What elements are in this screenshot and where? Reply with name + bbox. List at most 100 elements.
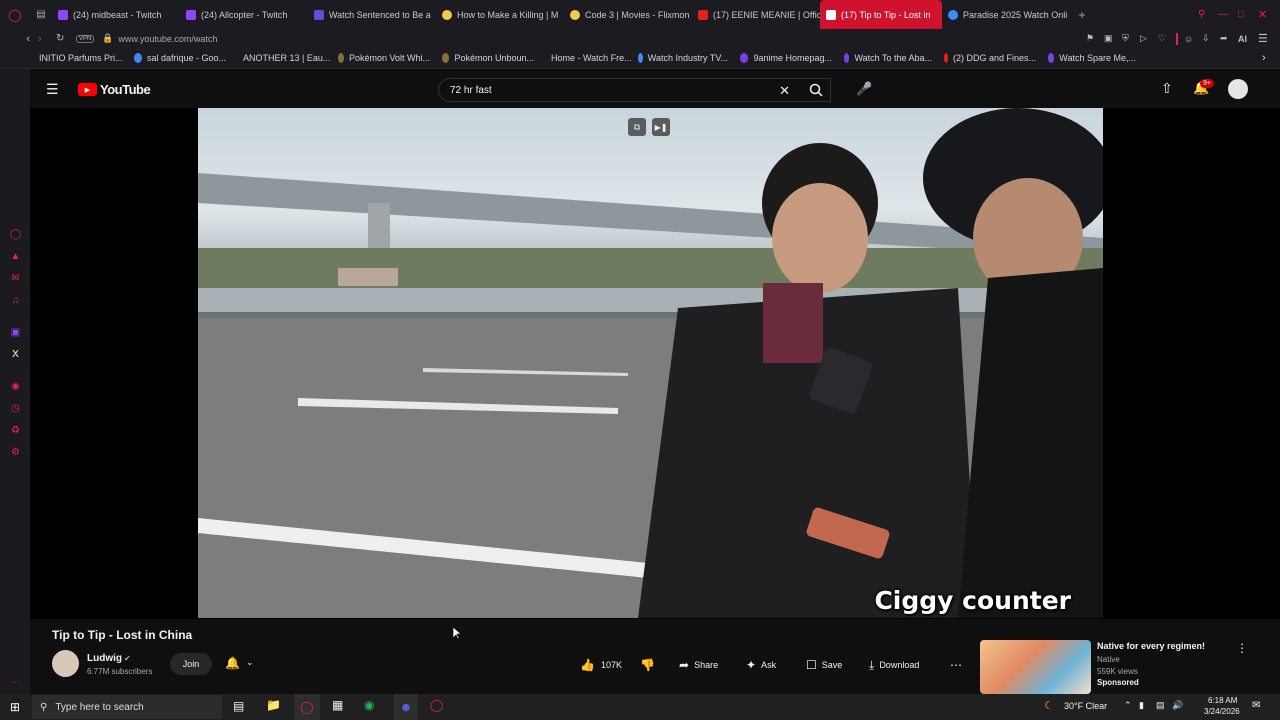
- bookmark-item[interactable]: (2) DDG and Fines...: [938, 53, 1042, 63]
- new-tab-icon[interactable]: +: [1072, 8, 1092, 22]
- browser-tab[interactable]: (24) midbeast - Twitch: [52, 0, 180, 29]
- more-actions-button[interactable]: ⋯: [950, 654, 962, 676]
- extensions-icon[interactable]: ♻: [10, 425, 21, 436]
- ad-menu-icon[interactable]: ⋮: [1236, 641, 1248, 655]
- search-icon[interactable]: ⚲: [1198, 9, 1218, 20]
- history-icon[interactable]: ◷: [10, 403, 21, 414]
- workspace-icon[interactable]: ▲: [10, 251, 21, 262]
- spotify-icon[interactable]: ◉: [10, 381, 21, 392]
- messenger-icon[interactable]: ✉: [10, 273, 21, 284]
- bookmark-item[interactable]: Pokémon Unboun...: [436, 53, 540, 63]
- minimize-icon[interactable]: —: [1218, 9, 1238, 20]
- music-icon[interactable]: ♫: [10, 295, 21, 306]
- browser-tab[interactable]: (17) EENIE MEANIE | Offic: [692, 0, 820, 29]
- weather-text[interactable]: 30°F Clear: [1064, 701, 1107, 711]
- tray-mic-icon[interactable]: ▮: [1139, 700, 1144, 711]
- download-button[interactable]: ⤓ Download: [869, 654, 919, 676]
- aria-icon[interactable]: ◯: [10, 229, 21, 240]
- search-input[interactable]: 72 hr fast ✕: [438, 78, 831, 102]
- browser-tab-active[interactable]: (17) Tip to Tip - Lost in: [820, 0, 942, 29]
- taskbar-search-input[interactable]: ⚲ Type here to search: [32, 695, 222, 719]
- bookmark-item[interactable]: ANOTHER 13 | Eau...: [232, 53, 332, 63]
- opera-logo-icon[interactable]: ◯: [0, 8, 30, 22]
- play-icon[interactable]: ▷: [1140, 33, 1158, 44]
- tab-label: (24) midbeast - Twitch: [73, 9, 162, 20]
- snapshot-icon[interactable]: ▣: [1104, 33, 1122, 44]
- upload-icon[interactable]: ⇧: [1161, 80, 1173, 97]
- hamburger-menu-icon[interactable]: ☰: [46, 81, 59, 98]
- bookmark-item[interactable]: 9anime Homepag...: [734, 53, 838, 63]
- browser-tab[interactable]: (24) Allcopter - Twitch: [180, 0, 308, 29]
- subscribed-bell-icon[interactable]: 🔔: [225, 656, 240, 670]
- ai-button[interactable]: AI: [1238, 34, 1258, 44]
- tray-chevron-icon[interactable]: ⌃: [1124, 700, 1132, 711]
- spotify-taskbar-icon[interactable]: ◉: [364, 698, 374, 712]
- x-icon[interactable]: X: [10, 349, 21, 360]
- microphone-icon[interactable]: 🎤: [856, 81, 872, 97]
- browser-tab[interactable]: Paradise 2025 Watch Onli: [942, 0, 1072, 29]
- video-player[interactable]: ⧉ ▶❚ Ciggy counter: [30, 108, 1280, 619]
- clear-search-icon[interactable]: ✕: [779, 83, 790, 99]
- tray-network-icon[interactable]: ▤: [1156, 700, 1165, 711]
- menu-icon[interactable]: ☰: [1258, 32, 1280, 45]
- vpn-badge[interactable]: VPN: [76, 34, 95, 43]
- bookmark-item[interactable]: Pokémon Volt Whi...: [332, 53, 436, 63]
- ad-thumbnail[interactable]: [980, 640, 1091, 694]
- next-video-button[interactable]: ▶❚: [652, 118, 670, 136]
- chevron-down-icon[interactable]: ⌄: [246, 657, 254, 668]
- weather-icon[interactable]: ☾: [1044, 699, 1054, 712]
- bookmark-item[interactable]: Watch Spare Me,...: [1042, 53, 1142, 63]
- sidebar-more-icon[interactable]: ⋯: [10, 677, 21, 688]
- heart-icon[interactable]: ♡: [1158, 33, 1176, 44]
- taskbar-date[interactable]: 3/24/2026: [1204, 707, 1240, 716]
- browser-tab[interactable]: Code 3 | Movies - Flixmon: [564, 0, 692, 29]
- bookmarks-more-icon[interactable]: ›: [1262, 52, 1280, 64]
- bookmark-icon: ☐: [806, 658, 817, 672]
- bookmark-icon[interactable]: ⚑: [1086, 33, 1104, 44]
- channel-avatar[interactable]: [52, 650, 79, 677]
- download-icon[interactable]: ⇩: [1202, 33, 1220, 44]
- windows-start-icon[interactable]: ⊞: [10, 700, 20, 714]
- profile-icon[interactable]: ☺: [1184, 34, 1202, 44]
- bookmark-item[interactable]: Home - Watch Fre...: [540, 53, 632, 63]
- ask-button[interactable]: ✦ Ask: [746, 654, 776, 676]
- miniplayer-button[interactable]: ⧉: [628, 118, 646, 136]
- maximize-icon[interactable]: □: [1238, 9, 1258, 20]
- close-icon[interactable]: ✕: [1258, 8, 1280, 21]
- browser-tab[interactable]: How to Make a Killing | M: [436, 0, 564, 29]
- like-button[interactable]: 👍 107K: [580, 654, 622, 676]
- opera-taskbar-icon[interactable]: ◯: [294, 694, 320, 720]
- file-explorer-icon[interactable]: 📁: [266, 698, 281, 712]
- bookmark-item[interactable]: INITIO Parfums Pri...: [28, 53, 128, 63]
- reload-icon[interactable]: ↻: [56, 33, 76, 44]
- browser-tab[interactable]: Watch Sentenced to Be a: [308, 0, 436, 29]
- avatar[interactable]: [1228, 79, 1248, 99]
- discord-taskbar-icon[interactable]: ☻: [394, 694, 418, 720]
- notification-center-icon[interactable]: ✉: [1252, 700, 1260, 711]
- taskbar-time[interactable]: 6:18 AM: [1208, 696, 1237, 705]
- shield-icon[interactable]: ⛨: [1122, 33, 1140, 44]
- forward-icon[interactable]: ›: [38, 33, 56, 45]
- opera-gx-taskbar-icon[interactable]: ◯: [430, 698, 443, 712]
- ad-title[interactable]: Native for every regimen!: [1097, 641, 1205, 651]
- save-button[interactable]: ☐ Save: [806, 654, 842, 676]
- task-view-icon[interactable]: ▤: [233, 699, 244, 713]
- twitch-icon[interactable]: ▣: [10, 327, 21, 338]
- settings-icon[interactable]: ⚙: [10, 447, 21, 458]
- bookmark-item[interactable]: Watch Industry TV...: [632, 53, 734, 63]
- youtube-logo[interactable]: ▶ YouTube: [78, 82, 151, 97]
- tray-volume-icon[interactable]: 🔊: [1172, 700, 1183, 711]
- search-button[interactable]: [801, 78, 831, 102]
- dislike-button[interactable]: 👎: [640, 654, 655, 676]
- share-button[interactable]: ➦ Share: [679, 654, 718, 676]
- back-icon[interactable]: ‹: [0, 33, 38, 45]
- url-field[interactable]: www.youtube.com/watch: [118, 34, 217, 44]
- join-button[interactable]: Join: [170, 653, 212, 675]
- bookmark-item[interactable]: Watch To the Aba...: [838, 53, 938, 63]
- tab-overview-icon[interactable]: ▤: [30, 9, 52, 20]
- video-frame[interactable]: ⧉ ▶❚ Ciggy counter: [198, 108, 1103, 618]
- channel-name[interactable]: Ludwig: [87, 653, 122, 664]
- share-icon[interactable]: ➦: [1220, 33, 1238, 44]
- calculator-icon[interactable]: ▦: [332, 698, 343, 712]
- bookmark-item[interactable]: sal dafrique - Goo...: [128, 53, 232, 63]
